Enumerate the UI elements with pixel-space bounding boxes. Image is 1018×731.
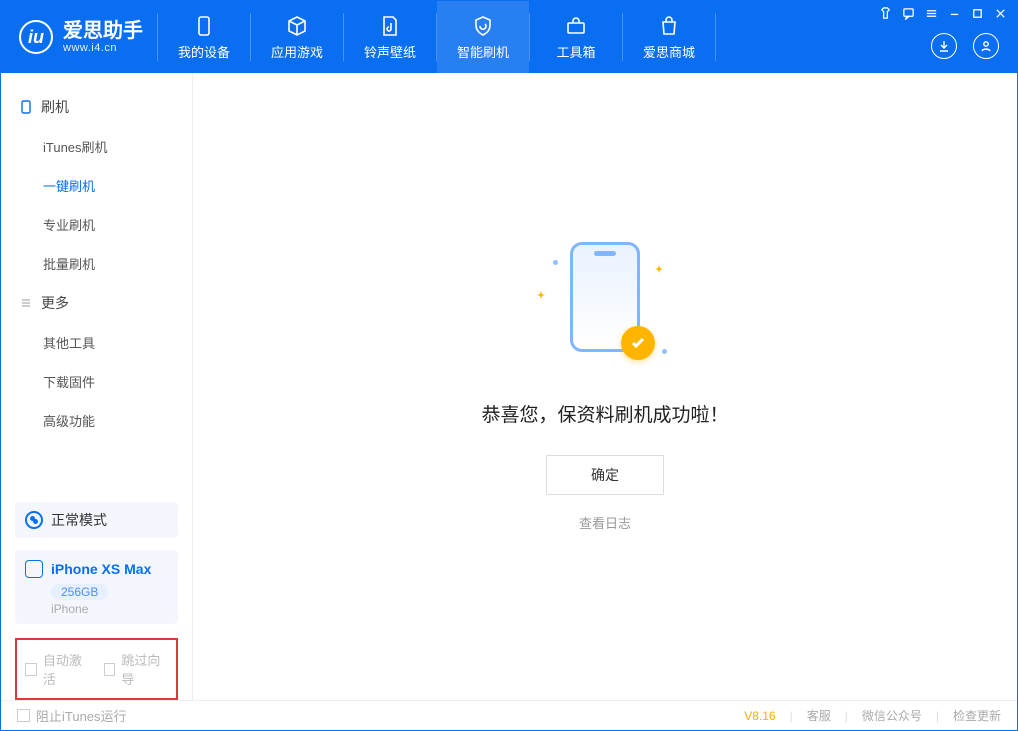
check-badge-icon — [621, 326, 655, 360]
menu-icon[interactable] — [925, 7, 938, 20]
checkbox-skip-guide[interactable]: 跳过向导 — [104, 650, 169, 688]
checkbox-block-itunes[interactable]: 阻止iTunes运行 — [17, 706, 127, 725]
mode-label: 正常模式 — [51, 510, 107, 530]
nav-label: 应用游戏 — [271, 42, 323, 61]
sidebar: 刷机 iTunes刷机 一键刷机 专业刷机 批量刷机 更多 其他工具 下载固件 … — [1, 73, 193, 700]
dot-icon — [662, 349, 667, 354]
view-log-link[interactable]: 查看日志 — [579, 513, 631, 532]
app-header: iu 爱思助手 www.i4.cn 我的设备 应用游戏 铃声壁纸 智能刷机 — [1, 1, 1017, 73]
nav-label: 智能刷机 — [457, 42, 509, 61]
device-card[interactable]: iPhone XS Max 256GB iPhone — [15, 550, 178, 624]
nav-apps-games[interactable]: 应用游戏 — [251, 1, 343, 73]
shield-refresh-icon — [471, 14, 495, 38]
minimize-icon[interactable] — [948, 7, 961, 20]
sidebar-item-pro-flash[interactable]: 专业刷机 — [1, 205, 192, 244]
device-type: iPhone — [51, 602, 168, 616]
sidebar-item-other-tools[interactable]: 其他工具 — [1, 323, 192, 362]
dot-icon — [553, 260, 558, 265]
mode-card[interactable]: 正常模式 — [15, 502, 178, 538]
close-icon[interactable] — [994, 7, 1007, 20]
sidebar-section-flash: 刷机 — [1, 87, 192, 127]
feedback-icon[interactable] — [902, 7, 915, 20]
nav-store[interactable]: 爱思商城 — [623, 1, 715, 73]
sidebar-item-itunes-flash[interactable]: iTunes刷机 — [1, 127, 192, 166]
nav-label: 工具箱 — [556, 42, 595, 61]
device-icon — [25, 560, 43, 578]
shirt-icon[interactable] — [879, 7, 892, 20]
device-capacity: 256GB — [51, 584, 108, 600]
brand-logo-icon: iu — [19, 20, 53, 54]
separator: | — [790, 709, 793, 723]
checkbox-label: 阻止iTunes运行 — [36, 706, 127, 725]
sidebar-item-download-firmware[interactable]: 下载固件 — [1, 362, 192, 401]
app-body: 刷机 iTunes刷机 一键刷机 专业刷机 批量刷机 更多 其他工具 下载固件 … — [1, 73, 1017, 700]
sparkle-icon — [655, 260, 663, 268]
brand-title: 爱思助手 — [63, 20, 143, 42]
checkbox-auto-activate[interactable]: 自动激活 — [25, 650, 90, 688]
music-file-icon — [378, 14, 402, 38]
nav-label: 我的设备 — [178, 42, 230, 61]
toolbox-icon — [564, 14, 588, 38]
nav-divider — [715, 13, 716, 61]
cube-icon — [285, 14, 309, 38]
mode-icon — [25, 511, 43, 529]
checkbox-icon — [17, 709, 30, 722]
window-controls — [879, 7, 1007, 20]
checkbox-icon — [25, 663, 37, 676]
nav-label: 爱思商城 — [643, 42, 695, 61]
maximize-icon[interactable] — [971, 7, 984, 20]
sidebar-section-label: 更多 — [41, 293, 69, 313]
success-message: 恭喜您，保资料刷机成功啦！ — [481, 400, 728, 427]
phone-small-icon — [19, 100, 33, 114]
version-label: V8.16 — [744, 709, 775, 723]
nav-my-device[interactable]: 我的设备 — [158, 1, 250, 73]
footer-right: V8.16 | 客服 | 微信公众号 | 检查更新 — [744, 707, 1001, 724]
status-bar: 阻止iTunes运行 V8.16 | 客服 | 微信公众号 | 检查更新 — [1, 700, 1017, 730]
nav-smart-flash[interactable]: 智能刷机 — [437, 1, 529, 73]
check-update-link[interactable]: 检查更新 — [953, 707, 1001, 724]
sidebar-section-label: 刷机 — [41, 97, 69, 117]
list-icon — [19, 296, 33, 310]
nav-toolbox[interactable]: 工具箱 — [530, 1, 622, 73]
checkbox-icon — [104, 663, 116, 676]
separator: | — [936, 709, 939, 723]
nav-ring-wallpaper[interactable]: 铃声壁纸 — [344, 1, 436, 73]
checkbox-label: 跳过向导 — [121, 650, 168, 688]
checkbox-label: 自动激活 — [43, 650, 90, 688]
nav-label: 铃声壁纸 — [364, 42, 416, 61]
brand-subtitle: www.i4.cn — [63, 42, 143, 54]
bag-icon — [657, 14, 681, 38]
wechat-link[interactable]: 微信公众号 — [862, 707, 922, 724]
sidebar-item-advanced[interactable]: 高级功能 — [1, 401, 192, 440]
device-icon — [192, 14, 216, 38]
sidebar-item-batch-flash[interactable]: 批量刷机 — [1, 244, 192, 283]
sidebar-item-oneclick-flash[interactable]: 一键刷机 — [1, 166, 192, 205]
main-panel: 恭喜您，保资料刷机成功啦！ 确定 查看日志 — [193, 73, 1017, 700]
separator: | — [845, 709, 848, 723]
brand: iu 爱思助手 www.i4.cn — [1, 1, 157, 73]
header-actions — [931, 33, 999, 59]
download-icon[interactable] — [931, 33, 957, 59]
options-highlight-box: 自动激活 跳过向导 — [15, 638, 178, 700]
sidebar-section-more: 更多 — [1, 283, 192, 323]
sparkle-icon — [537, 286, 545, 294]
ok-button[interactable]: 确定 — [546, 455, 664, 495]
main-nav: 我的设备 应用游戏 铃声壁纸 智能刷机 工具箱 爱思商城 — [157, 1, 716, 73]
user-icon[interactable] — [973, 33, 999, 59]
success-illustration — [525, 242, 685, 372]
support-link[interactable]: 客服 — [807, 707, 831, 724]
device-name: iPhone XS Max — [51, 561, 151, 577]
